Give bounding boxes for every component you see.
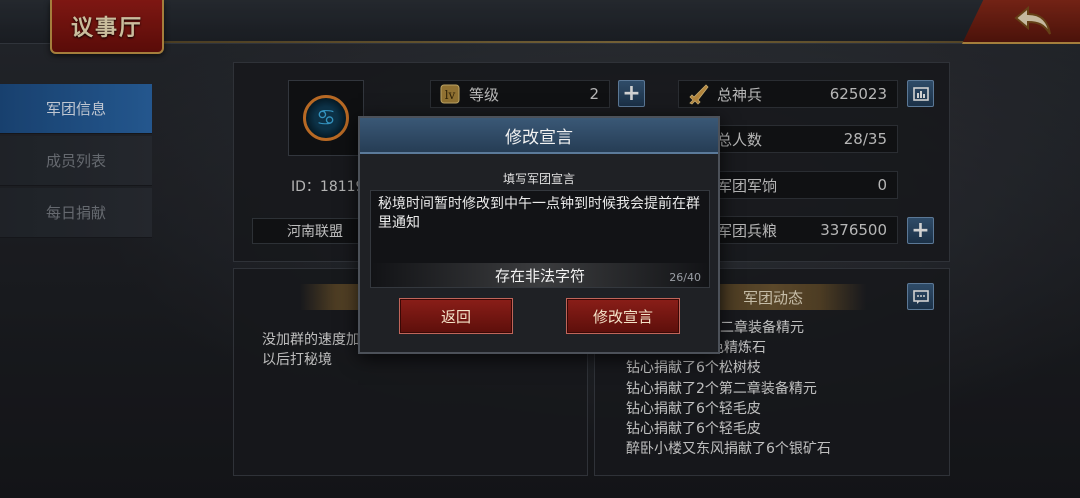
edit-declaration-dialog: 修改宣言 填写军团宣言 秘境时间暂时修改到中午一点钟到时候我会提前在群里通知 存…	[358, 116, 720, 354]
error-text: 存在非法字符	[494, 266, 585, 285]
back-dialog-button[interactable]: 返回	[399, 298, 513, 334]
dialog-header: 修改宣言	[360, 118, 718, 154]
error-message: 存在非法字符	[371, 263, 709, 287]
char-counter: 26/40	[669, 271, 701, 284]
dialog-subtitle: 填写军团宣言	[502, 172, 575, 186]
declaration-input-text: 秘境时间暂时修改到中午一点钟到时候我会提前在群里通知	[378, 196, 700, 231]
button-label: 修改宣言	[592, 307, 653, 326]
button-label: 返回	[440, 307, 471, 326]
declaration-input[interactable]: 秘境时间暂时修改到中午一点钟到时候我会提前在群里通知 存在非法字符 26/40	[370, 190, 710, 288]
submit-declaration-button[interactable]: 修改宣言	[566, 298, 680, 334]
dialog-title: 修改宣言	[505, 127, 573, 148]
